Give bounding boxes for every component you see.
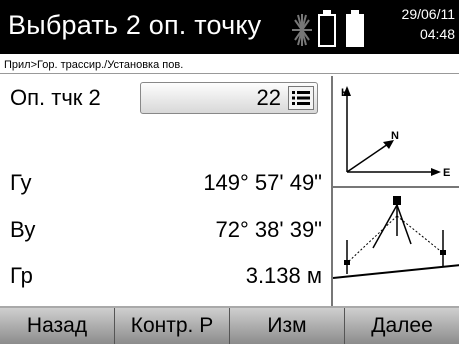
- hz-value: 149° 57' 49": [203, 170, 322, 195]
- battery-icon: [346, 10, 364, 47]
- measure-button[interactable]: Изм: [229, 308, 344, 344]
- datetime: 29/06/11 04:48: [375, 6, 455, 43]
- point-label: Оп. тчк 2: [10, 85, 101, 110]
- point-input[interactable]: 22: [140, 82, 318, 114]
- laser-icon: [292, 14, 312, 46]
- measurement-panel: Оп. тчк 2 22 Гу 149° 57' 49" Ву 72° 38' …: [0, 76, 330, 306]
- check-point-button[interactable]: Контр. Р: [114, 308, 229, 344]
- coordinate-axes-diagram: H N E: [333, 76, 459, 188]
- battery-icon: [318, 10, 336, 47]
- list-icon: [292, 91, 310, 105]
- instrument-setup-diagram: [332, 188, 459, 296]
- list-button[interactable]: [288, 86, 314, 110]
- back-button[interactable]: Назад: [0, 308, 114, 344]
- date-text: 29/06/11: [401, 6, 455, 22]
- main-panel: Оп. тчк 2 22 Гу 149° 57' 49" Ву 72° 38' …: [0, 76, 459, 306]
- hz-label: Гу: [10, 170, 32, 195]
- axis-h-label: H: [341, 87, 349, 99]
- axis-e-label: E: [443, 167, 450, 179]
- time-text: 04:48: [419, 26, 455, 42]
- title-bar: Выбрать 2 оп. точку 29/06/11 04:48: [0, 0, 459, 54]
- dist-label: Гр: [10, 263, 33, 288]
- dist-value: 3.138 м: [245, 263, 322, 288]
- next-button[interactable]: Далее: [344, 308, 459, 344]
- v-label: Ву: [10, 217, 36, 242]
- status-icons: [292, 10, 364, 47]
- softkey-bar: Назад Контр. Р Изм Далее: [0, 306, 459, 344]
- v-value: 72° 38' 39": [215, 217, 322, 242]
- page-title: Выбрать 2 оп. точку: [8, 10, 262, 40]
- point-value: 22: [256, 85, 281, 110]
- diagram-panel: H N E: [331, 76, 459, 306]
- axis-n-label: N: [391, 130, 399, 142]
- breadcrumb: Прил>Гор. трассир./Установка пов.: [0, 56, 459, 74]
